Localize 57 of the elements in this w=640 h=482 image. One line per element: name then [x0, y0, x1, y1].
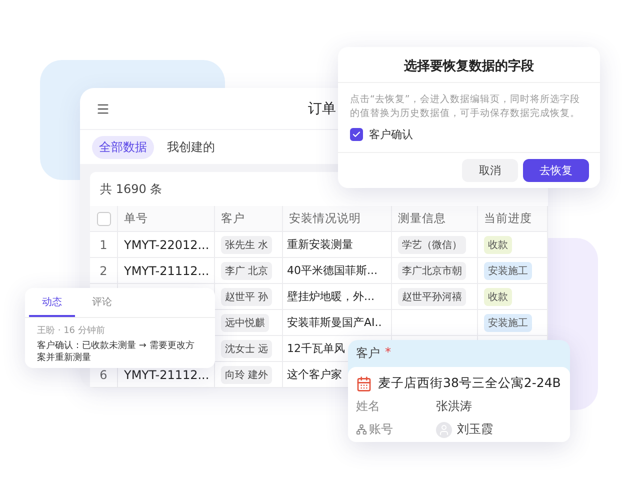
- install-note: 重新安装测量: [287, 237, 353, 252]
- hierarchy-icon: [356, 424, 367, 435]
- checkbox-label: 客户确认: [369, 127, 413, 142]
- page-title: 订单: [308, 100, 336, 118]
- restore-button[interactable]: 去恢复: [523, 159, 589, 182]
- measure-chip: 李广北京市朝: [398, 262, 466, 280]
- column-header: 安装情况说明: [289, 211, 361, 226]
- customer-chip: 远中悦麒: [221, 314, 269, 332]
- activity-tab[interactable]: 动态: [29, 288, 75, 317]
- column-header: 测量信息: [398, 211, 446, 226]
- required-mark: *: [385, 345, 391, 361]
- activity-text: 客户确认：已收款未测量 → 需要更改方案并重新测量: [36, 340, 196, 364]
- dialog-description: 点击“去恢复”，会进入数据编辑页，同时将所选字段的值替换为历史数据值，可手动保存数据完成恢复。: [349, 93, 581, 121]
- row-number: 6: [100, 368, 108, 382]
- install-note: 这个客户家: [287, 367, 342, 382]
- activity-meta: 王盼 · 16 分钟前: [36, 324, 106, 338]
- column-header: 单号: [124, 211, 148, 226]
- column-header: 当前进度: [484, 211, 532, 226]
- activity-tab[interactable]: 评论: [79, 288, 125, 317]
- measure-chip: 赵世平孙河禧: [398, 288, 466, 306]
- progress-tag: 收款: [484, 236, 512, 254]
- install-note: 壁挂炉地暖，外...: [287, 289, 374, 304]
- customer-chip: 赵世平 孙: [221, 288, 272, 306]
- menu-icon[interactable]: [96, 102, 110, 116]
- cancel-button[interactable]: 取消: [462, 159, 518, 182]
- customer-chip: 向玲 建外: [221, 366, 272, 384]
- customer-chip: 李广 北京: [221, 262, 272, 280]
- install-note: 安装菲斯曼国产AI..: [287, 315, 382, 330]
- order-number: YMYT-21112...: [124, 368, 210, 382]
- avatar-icon: [436, 422, 452, 438]
- calendar-icon: [356, 376, 372, 392]
- dialog-title: 选择要恢复数据的字段: [338, 47, 600, 83]
- field-label: 账号: [369, 421, 393, 438]
- record-count: 共 1690 条: [99, 181, 164, 198]
- order-number: YMYT-21112...: [124, 264, 210, 278]
- filter-tab[interactable]: 我创建的: [160, 136, 222, 158]
- field-label: 客户: [356, 345, 380, 362]
- progress-tag: 安装施工: [484, 314, 532, 332]
- row-number: 2: [100, 264, 108, 278]
- customer-chip: 沈女士 远: [221, 340, 272, 358]
- progress-tag: 收款: [484, 288, 512, 306]
- select-all-checkbox[interactable]: [96, 212, 110, 226]
- order-number: YMYT-22012...: [124, 238, 210, 252]
- field-label: 姓名: [356, 398, 380, 415]
- filter-tab[interactable]: 全部数据: [92, 136, 154, 158]
- column-header: 客户: [221, 211, 245, 226]
- install-note: 40平米德国菲斯...: [287, 263, 378, 278]
- field-value: 刘玉霞: [457, 421, 493, 438]
- progress-tag: 安装施工: [484, 262, 532, 280]
- measure-chip: 学艺（微信）: [398, 236, 466, 254]
- field-value: 张洪涛: [436, 398, 472, 415]
- customer-chip: 张先生 水: [221, 236, 272, 254]
- row-number: 1: [100, 238, 108, 252]
- field-checkbox[interactable]: [350, 128, 363, 141]
- install-note: 12千瓦单风: [287, 341, 345, 356]
- check-icon: [352, 130, 361, 139]
- customer-address: 麦子店西街38号三全公寓2-24B: [378, 375, 561, 392]
